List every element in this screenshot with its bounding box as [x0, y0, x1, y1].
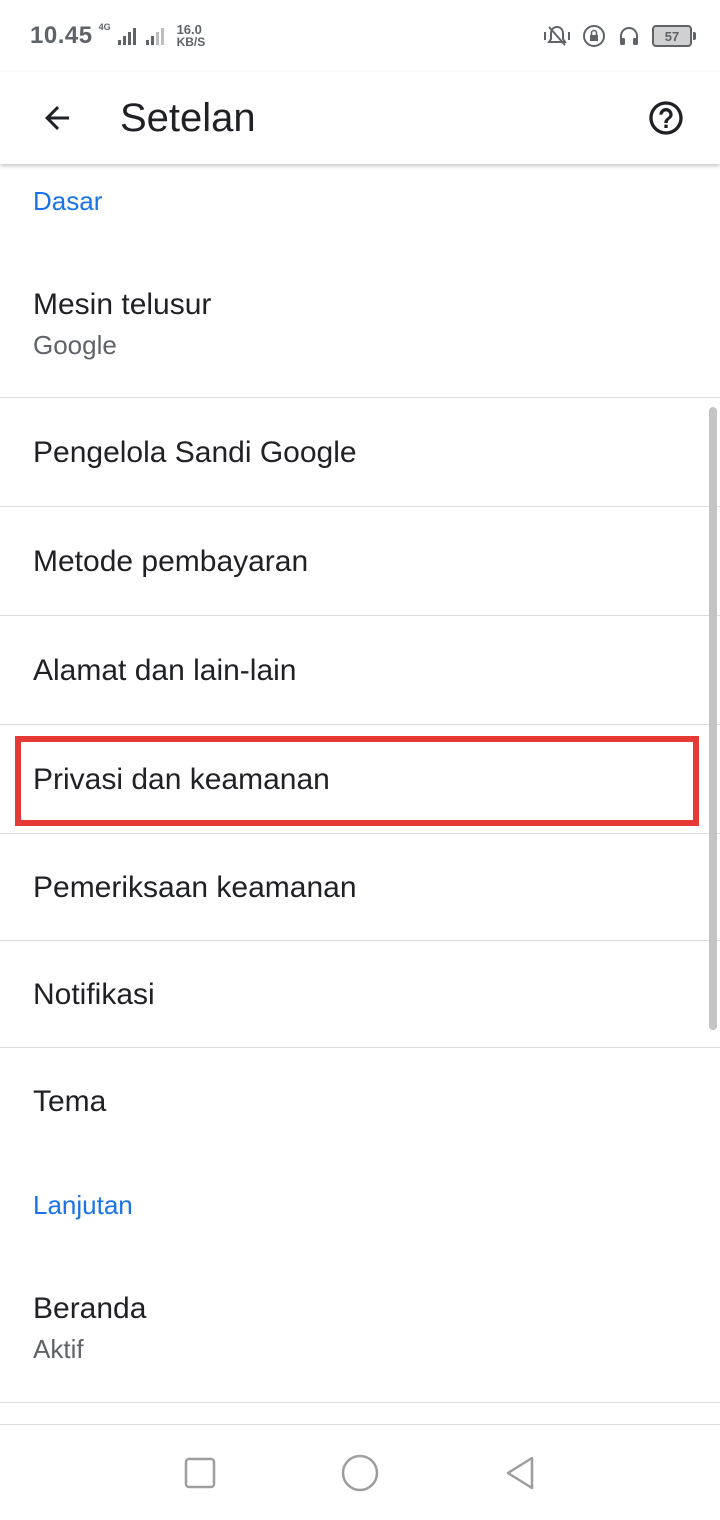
home-button[interactable] [330, 1443, 390, 1503]
signal-icon [117, 28, 136, 45]
network-speed: 16.0 KB/S [176, 23, 206, 49]
status-time: 10.45 [30, 22, 93, 49]
recent-apps-icon [184, 1457, 216, 1488]
theme-title: Tema [33, 1085, 107, 1118]
battery-icon: 57 [652, 25, 696, 47]
search-engine-value: Google [33, 330, 117, 360]
status-bar: 10.45 4G 16.0 KB/S 57 [0, 0, 720, 72]
divider [0, 615, 720, 616]
settings-item-homepage[interactable]: Beranda Aktif [0, 1292, 720, 1365]
back-button[interactable] [27, 88, 87, 148]
settings-item-theme[interactable]: Tema [0, 1085, 720, 1119]
navigation-bar [0, 1424, 720, 1520]
password-manager-title: Pengelola Sandi Google [33, 436, 357, 469]
status-left: 10.45 4G 16.0 KB/S [30, 22, 205, 50]
divider [0, 397, 720, 398]
arrow-back-icon [45, 106, 69, 130]
homepage-title: Beranda [33, 1292, 147, 1325]
section-header-advanced: Lanjutan [33, 1190, 133, 1220]
scrollbar[interactable] [709, 407, 717, 1030]
page-title: Setelan [120, 95, 256, 140]
divider [0, 940, 720, 941]
settings-item-search-engine[interactable]: Mesin telusur Google [0, 288, 720, 361]
addresses-title: Alamat dan lain-lain [33, 654, 297, 687]
settings-item-payment-methods[interactable]: Metode pembayaran [0, 545, 720, 579]
vibrate-icon [544, 25, 570, 46]
lock-rotation-icon [583, 25, 605, 47]
settings-item-privacy[interactable]: Privasi dan keamanan [0, 763, 720, 797]
divider [0, 833, 720, 834]
divider [0, 724, 720, 725]
speed-unit: KB/S [176, 35, 206, 49]
status-right: 57 [544, 24, 696, 48]
settings-item-addresses[interactable]: Alamat dan lain-lain [0, 654, 720, 688]
signal-2-icon [145, 28, 164, 45]
notifications-title: Notifikasi [33, 978, 155, 1011]
safety-check-title: Pemeriksaan keamanan [33, 871, 357, 904]
settings-list: Dasar Mesin telusur Google Pengelola San… [0, 164, 720, 1424]
settings-item-safety-check[interactable]: Pemeriksaan keamanan [0, 871, 720, 905]
help-circle-icon [649, 101, 683, 135]
headphones-icon [620, 27, 638, 45]
divider [0, 1402, 720, 1403]
section-header-basic: Dasar [33, 186, 103, 216]
home-icon [341, 1454, 379, 1491]
divider [0, 506, 720, 507]
help-button[interactable] [636, 88, 696, 148]
privacy-title: Privasi dan keamanan [33, 763, 330, 796]
settings-item-notifications[interactable]: Notifikasi [0, 978, 720, 1012]
app-bar: Setelan [0, 72, 720, 164]
search-engine-title: Mesin telusur [33, 288, 212, 321]
recent-apps-button[interactable] [170, 1443, 230, 1503]
back-nav-icon [506, 1456, 534, 1489]
network-type: 4G [98, 22, 111, 32]
settings-item-password-manager[interactable]: Pengelola Sandi Google [0, 436, 720, 470]
back-nav-button[interactable] [490, 1443, 550, 1503]
payment-methods-title: Metode pembayaran [33, 545, 309, 578]
divider [0, 1047, 720, 1048]
battery-level: 57 [664, 28, 680, 44]
homepage-value: Aktif [33, 1334, 84, 1364]
